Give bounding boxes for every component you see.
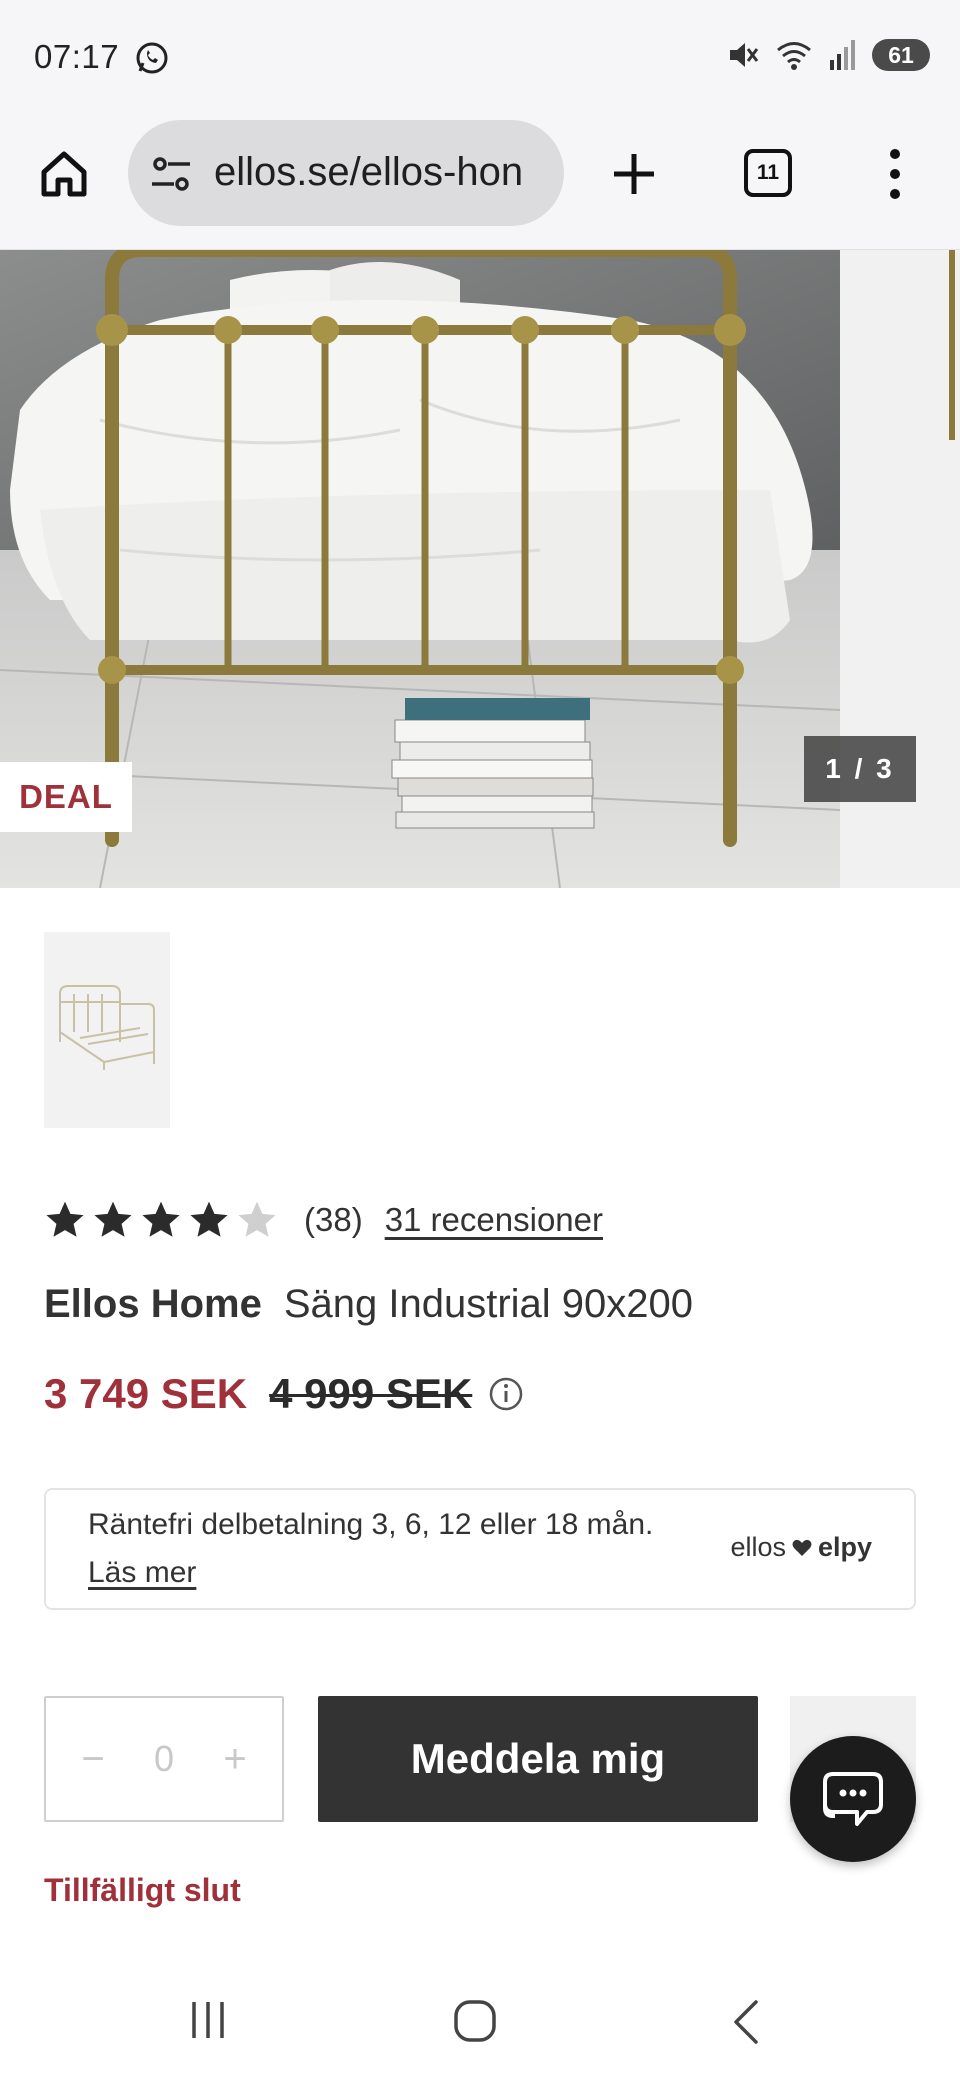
quantity-stepper: − 0 + bbox=[44, 1696, 284, 1822]
heart-icon bbox=[792, 1539, 812, 1556]
ellos-elpy-logo: ellos elpy bbox=[730, 1532, 872, 1563]
status-time: 07:17 bbox=[34, 38, 120, 75]
whatsapp-icon bbox=[136, 42, 168, 74]
star-icon bbox=[190, 1201, 228, 1237]
product-title: Ellos Home Säng Industrial 90x200 bbox=[44, 1282, 693, 1327]
elpy-logo-text: elpy bbox=[817, 1532, 872, 1562]
quantity-value[interactable]: 0 bbox=[154, 1738, 174, 1780]
wifi-icon bbox=[777, 42, 811, 70]
thumbnail-1[interactable] bbox=[44, 932, 170, 1128]
signal-icon bbox=[830, 40, 855, 70]
site-settings-icon[interactable] bbox=[150, 154, 192, 194]
chat-icon bbox=[823, 1772, 883, 1826]
recents-icon[interactable] bbox=[188, 1998, 228, 2042]
battery-icon: 61 bbox=[872, 39, 930, 71]
plus-icon[interactable] bbox=[606, 146, 662, 202]
rating-row: (38) 31 recensioner bbox=[44, 1196, 603, 1244]
read-more-link[interactable]: Läs mer bbox=[88, 1556, 196, 1590]
browser-toolbar: ellos.se/ellos-hon 11 bbox=[0, 116, 960, 250]
star-icon bbox=[142, 1201, 180, 1237]
ellos-logo-text: ellos bbox=[730, 1532, 786, 1562]
status-bar: 07:17 61 bbox=[0, 0, 960, 116]
bed-thumbnail-image bbox=[59, 985, 155, 1070]
brand-name[interactable]: Ellos Home bbox=[44, 1282, 262, 1326]
home-nav-icon[interactable] bbox=[452, 1998, 498, 2044]
home-icon[interactable] bbox=[36, 146, 92, 202]
more-vertical-icon[interactable] bbox=[880, 146, 910, 202]
status-icons: 61 bbox=[726, 38, 930, 72]
star-icon bbox=[94, 1201, 132, 1237]
back-icon[interactable] bbox=[728, 1998, 762, 2046]
quantity-increase-button[interactable]: + bbox=[218, 1737, 252, 1782]
rating-count: (38) bbox=[304, 1201, 363, 1238]
deal-badge: DEAL bbox=[0, 762, 132, 832]
star-empty-icon bbox=[238, 1201, 276, 1237]
star-icon bbox=[46, 1201, 84, 1237]
reviews-link[interactable]: 31 recensioner bbox=[385, 1201, 603, 1239]
original-price: 4 999 SEK bbox=[269, 1370, 473, 1417]
quantity-decrease-button[interactable]: − bbox=[76, 1737, 110, 1782]
product-image-gallery[interactable]: DEAL 1 / 3 bbox=[0, 250, 960, 888]
stock-status: Tillfälligt slut bbox=[44, 1872, 241, 1908]
product-name: Säng Industrial 90x200 bbox=[283, 1282, 694, 1326]
financing-text: Räntefri delbetalning 3, 6, 12 eller 18 … bbox=[88, 1508, 654, 1541]
notify-me-button[interactable]: Meddela mig bbox=[318, 1696, 758, 1822]
chat-button[interactable] bbox=[790, 1736, 916, 1862]
tabs-icon[interactable]: 11 bbox=[744, 149, 792, 197]
system-nav-bar bbox=[0, 1968, 960, 2080]
address-bar[interactable]: ellos.se/ellos-hon bbox=[128, 120, 564, 226]
url-text[interactable]: ellos.se/ellos-hon bbox=[214, 150, 523, 195]
info-icon[interactable] bbox=[488, 1376, 524, 1412]
image-counter: 1 / 3 bbox=[804, 736, 916, 802]
sale-price: 3 749 SEK bbox=[44, 1370, 248, 1417]
mute-icon bbox=[730, 43, 759, 67]
price-row: 3 749 SEK 4 999 SEK bbox=[44, 1366, 524, 1422]
financing-box: Räntefri delbetalning 3, 6, 12 eller 18 … bbox=[44, 1488, 916, 1610]
